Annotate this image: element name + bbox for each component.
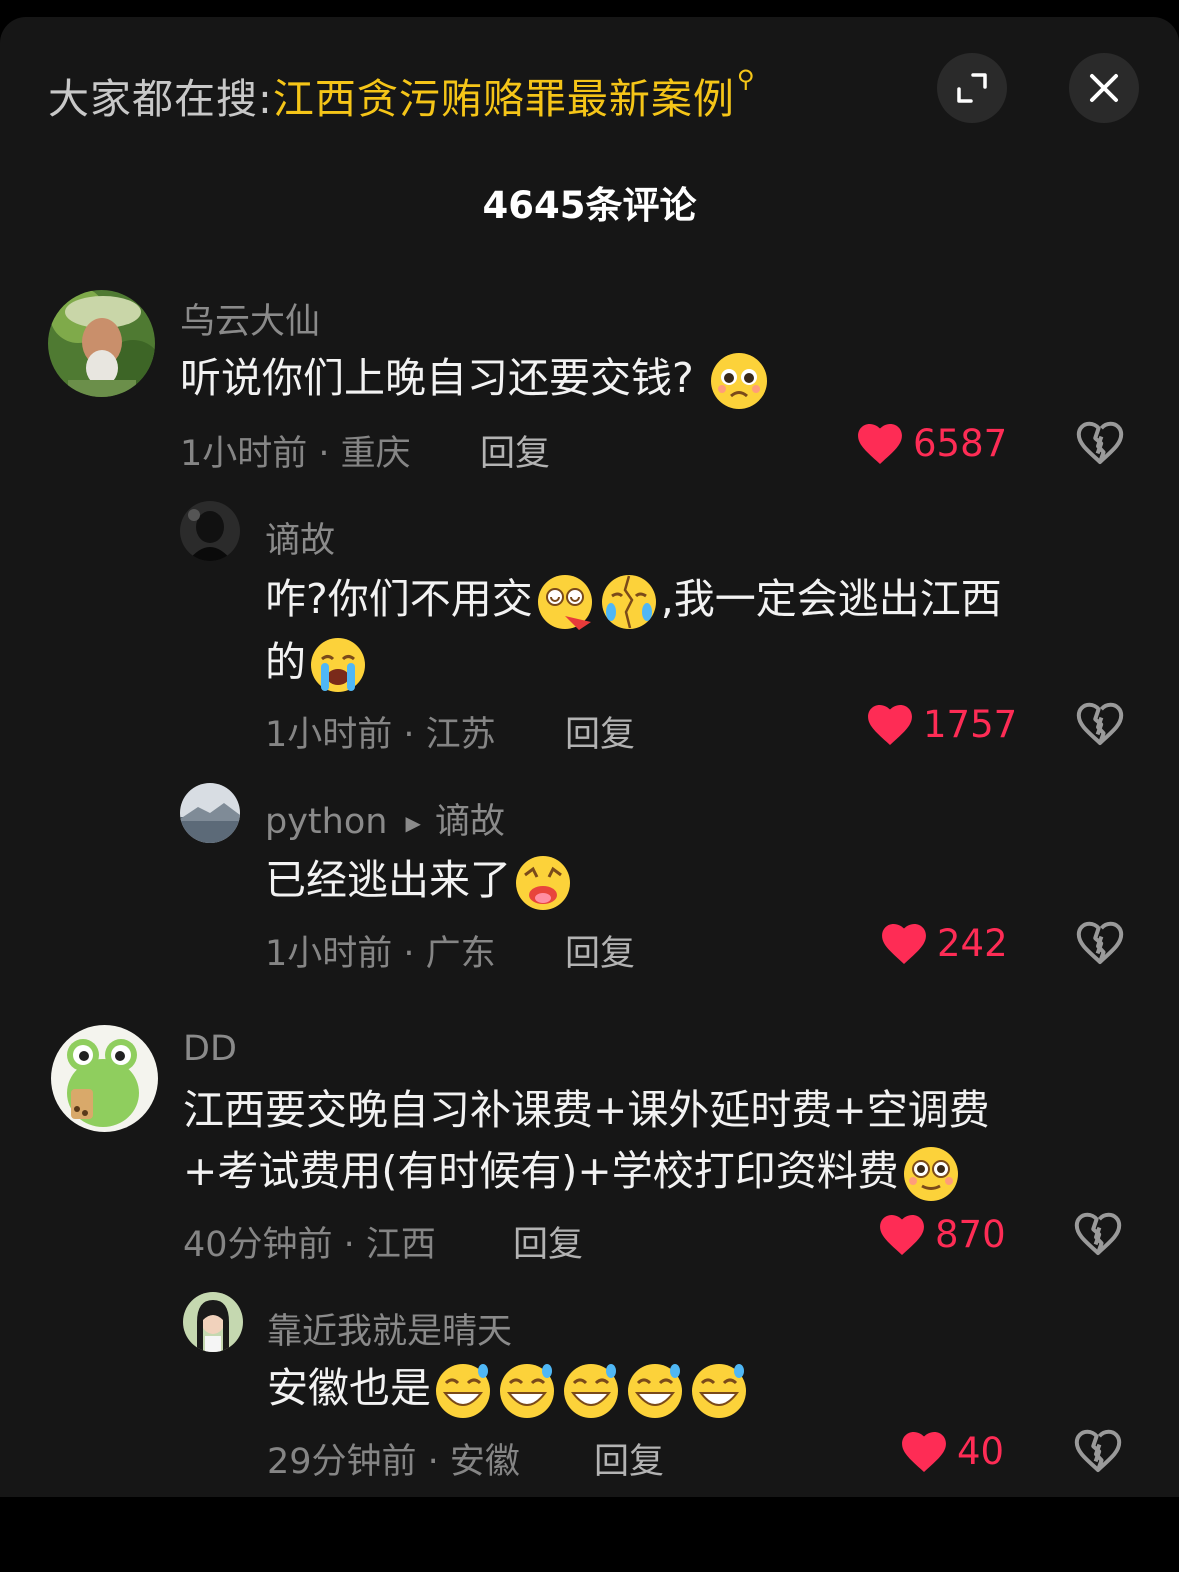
- reply-button[interactable]: 回复: [565, 925, 635, 976]
- comment-meta: 1小时前 · 江苏: [265, 715, 496, 755]
- comment-text-body: 听说你们上晚自习还要交钱?: [180, 354, 694, 402]
- comment-author[interactable]: 靠近我就是晴天: [267, 1303, 512, 1354]
- pleading-emoji-icon: [710, 353, 767, 409]
- like-count: 870: [935, 1213, 1006, 1256]
- like-count: 40: [957, 1430, 1005, 1473]
- reply-to-name[interactable]: 谪故: [435, 802, 505, 842]
- broken-heart-icon: [1074, 1212, 1122, 1256]
- reply-button[interactable]: 回复: [513, 1216, 583, 1267]
- grin-sweat-emoji-icon: [692, 1364, 746, 1418]
- comment-text-part: 的: [265, 638, 306, 686]
- dislike-button[interactable]: [1074, 1429, 1122, 1477]
- comment-meta: 29分钟前 · 安徽: [267, 1442, 520, 1482]
- comment-panel: 大家都在搜:江西贪污贿赂罪最新案例⚲ 4645条评论 乌云大仙 听说你们上晚自习…: [0, 17, 1179, 1497]
- comment-text-line: +考试费用(有时候有)+学校打印资料费: [183, 1147, 899, 1195]
- broken-heart-icon: [1074, 1429, 1122, 1473]
- like-button[interactable]: 40: [901, 1430, 1004, 1473]
- search-icon: ⚲: [736, 65, 756, 93]
- comment-author[interactable]: DD: [183, 1029, 237, 1069]
- heart-icon: [857, 423, 903, 465]
- comment-text-part: ,我一定会逃出江西: [660, 575, 1002, 623]
- comment-meta: 1小时前 · 广东: [265, 934, 496, 974]
- comment-author[interactable]: 谪故: [265, 512, 335, 563]
- avatar[interactable]: [51, 1025, 158, 1132]
- broken-heart-icon: [1076, 921, 1124, 965]
- reply-button[interactable]: 回复: [594, 1433, 664, 1484]
- dizzy-emoji-icon: [537, 575, 592, 630]
- avatar[interactable]: [180, 501, 240, 561]
- broken-heart-icon: [1076, 421, 1124, 465]
- expand-icon: [957, 73, 987, 103]
- comment-text: 已经逃出来了: [265, 850, 575, 913]
- dislike-button[interactable]: [1076, 921, 1124, 969]
- like-button[interactable]: 1757: [867, 703, 1017, 746]
- author-name: python: [265, 802, 388, 842]
- yum-emoji-icon: [516, 856, 570, 910]
- comment-text: 安徽也是: [267, 1358, 751, 1421]
- trending-search[interactable]: 大家都在搜:江西贪污贿赂罪最新案例⚲: [48, 65, 755, 125]
- comment-text: 咋?你们不用交 ,我一定会逃出江西的: [265, 569, 1145, 695]
- grin-sweat-emoji-icon: [500, 1364, 554, 1418]
- grin-sweat-emoji-icon: [436, 1364, 490, 1418]
- comment-author[interactable]: python ▶ 谪故: [265, 793, 505, 844]
- dislike-button[interactable]: [1076, 702, 1124, 750]
- heart-icon: [881, 923, 927, 965]
- like-count: 242: [937, 922, 1008, 965]
- heart-icon: [867, 704, 913, 746]
- dislike-button[interactable]: [1074, 1212, 1122, 1260]
- comment-meta: 1小时前 · 重庆: [180, 434, 411, 474]
- comment-meta: 40分钟前 · 江西: [183, 1225, 436, 1265]
- like-count: 6587: [913, 422, 1008, 465]
- crying-broken-emoji-icon: [601, 575, 656, 629]
- grin-sweat-emoji-icon: [564, 1364, 618, 1418]
- comment-author[interactable]: 乌云大仙: [180, 293, 320, 344]
- heart-icon: [901, 1431, 947, 1473]
- reply-arrow-icon: ▶: [405, 811, 421, 835]
- heart-icon: [879, 1214, 925, 1256]
- comment-text-line: 江西要交晚自习补课费+课外延时费+空调费: [183, 1086, 990, 1134]
- comment-count: 4645条评论: [482, 184, 697, 227]
- grin-sweat-emoji-icon: [628, 1364, 682, 1418]
- reply-button[interactable]: 回复: [480, 425, 550, 476]
- like-button[interactable]: 870: [879, 1213, 1006, 1256]
- trending-search-term[interactable]: 江西贪污贿赂罪最新案例: [273, 75, 735, 123]
- comment-text: 听说你们上晚自习还要交钱?: [180, 348, 771, 411]
- comment-text-part: 咋?你们不用交: [265, 575, 533, 623]
- comment-text: 江西要交晚自习补课费+课外延时费+空调费 +考试费用(有时候有)+学校打印资料费: [183, 1080, 1143, 1204]
- avatar[interactable]: [180, 783, 240, 843]
- comment-text-body: 已经逃出来了: [265, 856, 511, 904]
- reply-button[interactable]: 回复: [565, 706, 635, 757]
- close-button[interactable]: [1069, 53, 1139, 123]
- close-icon: [1090, 74, 1118, 102]
- top-bar: 大家都在搜:江西贪污贿赂罪最新案例⚲: [0, 17, 1179, 157]
- expand-button[interactable]: [937, 53, 1007, 123]
- trending-search-label: 大家都在搜:: [48, 75, 273, 123]
- broken-heart-icon: [1076, 702, 1124, 746]
- like-button[interactable]: 6587: [857, 422, 1007, 465]
- avatar[interactable]: [183, 1292, 243, 1352]
- flushed-emoji-icon: [903, 1147, 958, 1201]
- like-button[interactable]: 242: [881, 922, 1008, 965]
- loudly-crying-emoji-icon: [311, 638, 365, 692]
- avatar[interactable]: [48, 290, 155, 397]
- comment-text-body: 安徽也是: [267, 1364, 431, 1412]
- dislike-button[interactable]: [1076, 421, 1124, 469]
- like-count: 1757: [923, 703, 1018, 746]
